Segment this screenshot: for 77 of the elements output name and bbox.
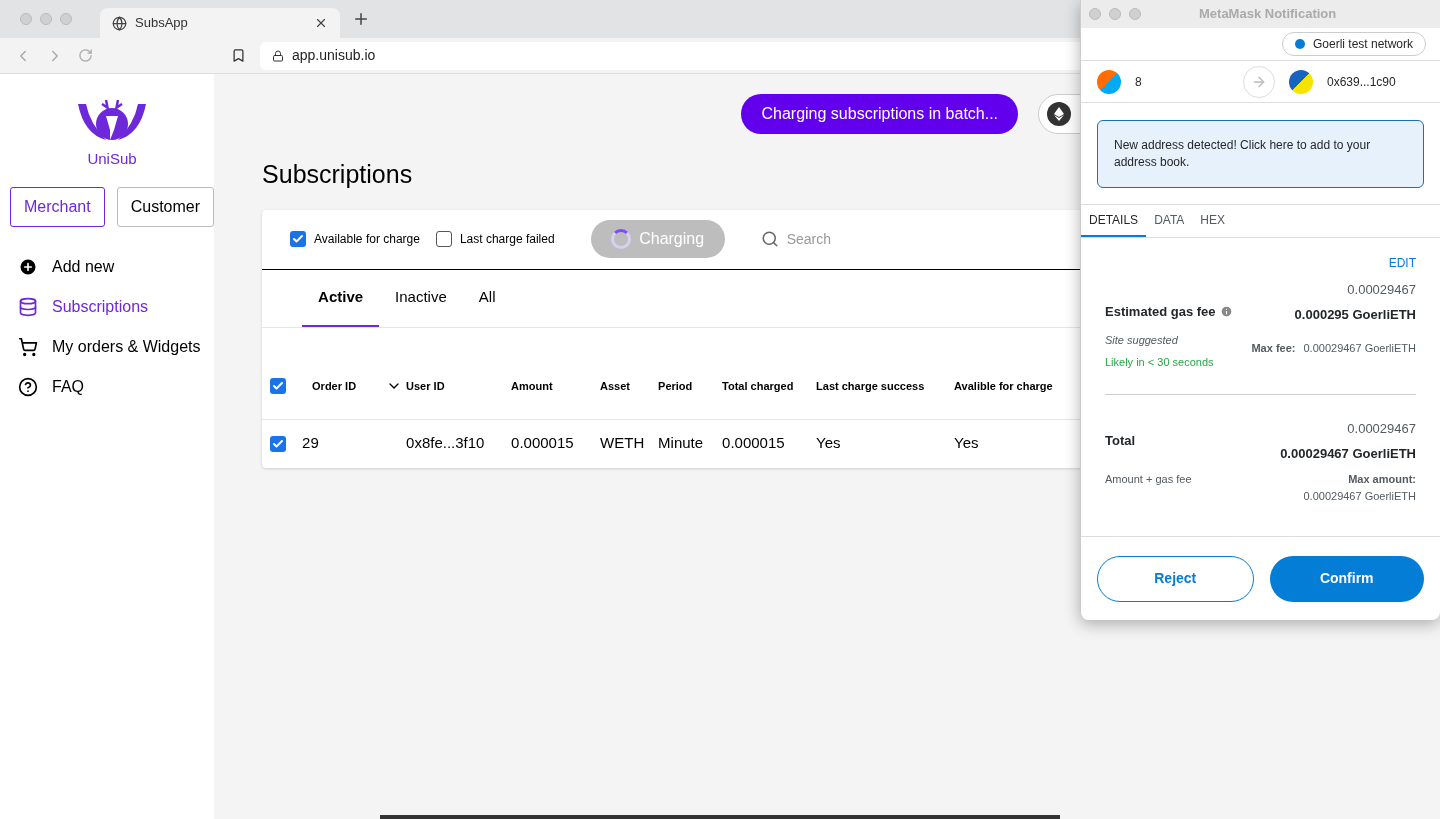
max-fee-value: 0.00029467 GoerliETH (1303, 341, 1416, 356)
browser-tab[interactable]: SubsApp (100, 8, 340, 38)
filter-label: Available for charge (314, 231, 420, 248)
table-cell-text: 0.000015 (722, 433, 786, 454)
table-cell-text: 0.000015 (511, 433, 575, 454)
close-icon[interactable] (314, 16, 328, 30)
logo-text: UniSub (87, 149, 137, 169)
bookmark-icon[interactable] (231, 48, 246, 63)
info-icon[interactable] (1219, 305, 1233, 319)
nav-item[interactable]: Subscriptions (18, 294, 201, 319)
plus-circle-icon (18, 256, 38, 277)
batch-charge-button[interactable]: Charging subscriptions in batch... (741, 94, 1019, 134)
column-header: Avalible for charge (954, 378, 1053, 394)
column-header: User ID (406, 378, 445, 394)
role-button[interactable]: Merchant (10, 186, 105, 227)
spinner-icon (611, 229, 632, 249)
site-suggested-label: Site suggested (1105, 333, 1179, 348)
filter-label: Last charge failed (459, 231, 555, 248)
column-header: Total charged (722, 378, 794, 394)
status-tab[interactable]: All (462, 269, 512, 327)
check-icon (272, 380, 285, 392)
table-cell-text: WETH (600, 433, 646, 454)
search-icon (760, 230, 779, 248)
status-tab[interactable]: Active (302, 269, 380, 327)
globe-icon (112, 15, 127, 31)
reload-icon[interactable] (78, 48, 93, 63)
window-title: MetaMask Notification (1199, 5, 1337, 24)
detail-tab[interactable]: DETAILS (1081, 205, 1147, 237)
table-cell-text: 0x8fe...3f10 (406, 433, 486, 454)
database-icon (18, 296, 38, 317)
table-cell-text: Yes (816, 433, 842, 454)
page-title: Subscriptions (262, 159, 413, 190)
tab-title: SubsApp (135, 14, 189, 33)
column-header: Order ID (312, 378, 357, 394)
role-button[interactable]: Customer (116, 186, 215, 227)
column-header: Last charge success (816, 378, 925, 394)
select-all-checkbox[interactable] (270, 378, 287, 394)
column-header: Period (658, 378, 693, 394)
status-tab[interactable]: Inactive (379, 269, 463, 327)
nav-item[interactable]: FAQ (18, 374, 201, 399)
detail-tab[interactable]: DATA (1146, 205, 1193, 237)
nav-item[interactable]: Add new (18, 254, 201, 279)
column-header: Amount (511, 378, 553, 394)
detail-tab[interactable]: HEX (1192, 205, 1234, 237)
estimate-time: Likely in < 30 seconds (1105, 354, 1214, 370)
search-field[interactable]: Search (786, 228, 907, 250)
table-cell-text: Minute (658, 433, 705, 454)
address-notice[interactable]: New address detected! Click here to add to your address book. (1097, 120, 1424, 188)
nav-item[interactable]: My orders & Widgets (18, 334, 201, 359)
filter-checkbox[interactable] (290, 231, 307, 247)
row-checkbox[interactable] (270, 435, 287, 452)
table-cell-text: 29 (302, 433, 320, 454)
confirm-button[interactable]: Confirm (1269, 555, 1424, 602)
total-label: Total (1105, 432, 1136, 450)
ethereum-icon (1047, 102, 1072, 126)
gas-fee-label: Estimated gas fee (1105, 303, 1216, 321)
max-amount-label: Max amount: (1348, 472, 1416, 487)
check-icon (272, 437, 285, 450)
column-header: Asset (600, 378, 631, 394)
account-avatar (1289, 69, 1313, 94)
max-amount-value: 0.00029467 GoerliETH (1303, 489, 1416, 504)
sender-account: 8 (1135, 73, 1142, 91)
gas-fee-amount: 0.000295 GoerliETH (1294, 305, 1416, 324)
cart-icon (18, 336, 38, 357)
filter-checkbox[interactable] (435, 231, 452, 247)
edit-link[interactable]: EDIT (1388, 254, 1416, 272)
help-icon (18, 376, 38, 397)
account-avatar (1097, 69, 1121, 94)
new-tab-icon[interactable] (352, 10, 370, 28)
gas-fee-value: 0.00029467 (1347, 281, 1416, 299)
amount-gas-note: Amount + gas fee (1105, 472, 1193, 487)
lock-icon (272, 49, 284, 62)
check-icon (292, 233, 305, 245)
recipient-address: 0x639...1c90 (1327, 73, 1396, 91)
max-fee-label: Max fee: (1251, 341, 1296, 356)
total-amount: 0.00029467 GoerliETH (1280, 444, 1416, 463)
total-value: 0.00029467 (1347, 420, 1416, 438)
